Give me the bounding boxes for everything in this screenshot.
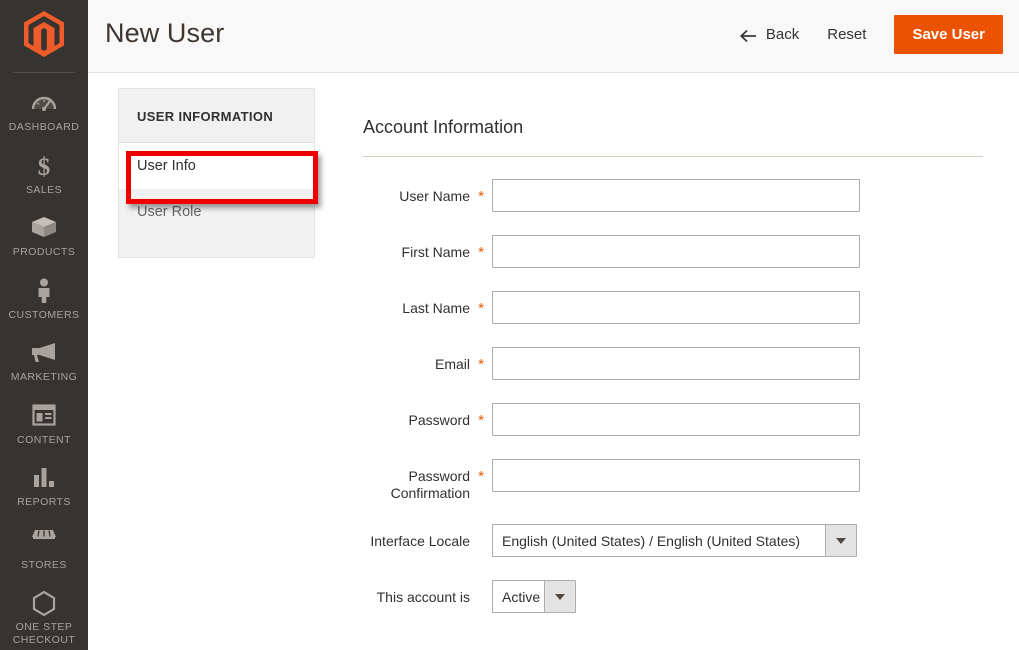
field-label: Password [363,403,470,429]
page-title: New User [105,18,224,49]
panel-item-label: User Role [137,204,201,220]
sidebar-item-label: ONE STEP CHECKOUT [2,621,86,646]
sidebar-item-stores[interactable]: STORES [0,519,88,582]
required-asterisk: * [470,459,492,485]
first-name-input[interactable] [492,235,860,268]
required-asterisk: * [470,235,492,261]
sidebar-item-sales[interactable]: $ SALES [0,144,88,207]
panel-item-user-role[interactable]: User Role [119,189,314,235]
back-button[interactable]: Back [726,17,813,52]
dashboard-icon [2,90,86,116]
section-title: Account Information [363,73,983,157]
chevron-down-icon[interactable] [825,524,857,557]
sidebar-item-products[interactable]: PRODUCTS [0,206,88,269]
field-row-password-confirmation: Password Confirmation * [363,459,983,502]
sidebar-item-one-step-checkout[interactable]: ONE STEP CHECKOUT [0,581,88,650]
customers-person-icon [2,278,86,304]
user-name-input[interactable] [492,179,860,212]
sidebar-item-label: CONTENT [2,434,86,447]
account-information-form: Account Information User Name * First Na… [363,73,983,614]
sales-dollar-icon: $ [2,153,86,179]
sidebar-item-label: PRODUCTS [2,246,86,259]
field-label: Password Confirmation [363,459,470,502]
field-label: This account is [363,580,470,606]
required-asterisk: * [470,179,492,205]
reset-button-label: Reset [827,26,866,43]
field-label: User Name [363,179,470,205]
products-box-icon [2,215,86,241]
user-information-panel-title: USER INFORMATION [119,89,314,143]
field-label: Last Name [363,291,470,317]
field-row-email: Email * [363,347,983,381]
interface-locale-value[interactable]: English (United States) / English (Unite… [492,524,825,557]
field-row-user-name: User Name * [363,179,983,213]
back-button-label: Back [766,26,799,43]
sidebar-item-customers[interactable]: CUSTOMERS [0,269,88,332]
user-information-panel: USER INFORMATION User Info User Role [118,88,315,258]
one-step-checkout-hexagon-icon [2,590,86,616]
magento-logo-icon [24,11,64,62]
required-asterisk: * [470,291,492,317]
reports-bar-chart-icon [2,465,86,491]
field-row-last-name: Last Name * [363,291,983,325]
sidebar-item-label: CUSTOMERS [2,309,86,322]
field-row-password: Password * [363,403,983,437]
field-label: First Name [363,235,470,261]
required-asterisk: * [470,347,492,373]
account-status-select[interactable]: Active [492,580,576,613]
sidebar-item-label: DASHBOARD [2,121,86,134]
last-name-input[interactable] [492,291,860,324]
sidebar-item-dashboard[interactable]: DASHBOARD [0,81,88,144]
interface-locale-select[interactable]: English (United States) / English (Unite… [492,524,857,557]
arrow-left-icon [740,29,757,43]
magento-admin-new-user-page: DASHBOARD $ SALES PRODUCTS [0,0,1019,650]
sidebar-item-label: MARKETING [2,371,86,384]
marketing-megaphone-icon [2,340,86,366]
panel-item-label: User Info [137,158,196,174]
sidebar-item-label: STORES [2,559,86,572]
email-input[interactable] [492,347,860,380]
magento-logo[interactable] [0,0,88,72]
sidebar-item-content[interactable]: CONTENT [0,394,88,457]
sidebar-divider [13,72,75,73]
password-confirmation-input[interactable] [492,459,860,492]
content-layout-icon [2,403,86,429]
field-row-interface-locale: Interface Locale English (United States)… [363,524,983,558]
field-label: Interface Locale [363,524,470,550]
account-status-value[interactable]: Active [492,580,544,613]
field-row-first-name: First Name * [363,235,983,269]
sidebar-item-label: REPORTS [2,496,86,509]
field-label: Email [363,347,470,373]
chevron-down-icon[interactable] [544,580,576,613]
sidebar-item-reports[interactable]: REPORTS [0,456,88,519]
required-asterisk: * [470,403,492,429]
password-input[interactable] [492,403,860,436]
header-actions: Back Reset Save User [726,15,1003,54]
page-header: New User Back Reset Save User [88,0,1019,73]
sidebar-item-marketing[interactable]: MARKETING [0,331,88,394]
page-content: USER INFORMATION User Info User Role Acc… [88,73,1019,650]
svg-text:$: $ [38,154,51,179]
required-asterisk-placeholder [470,580,492,589]
reset-button[interactable]: Reset [813,17,880,52]
field-row-account-status: This account is Active [363,580,983,614]
admin-sidebar: DASHBOARD $ SALES PRODUCTS [0,0,88,650]
stores-storefront-icon [2,528,86,554]
sidebar-item-label: SALES [2,184,86,197]
required-asterisk-placeholder [470,524,492,533]
save-user-button[interactable]: Save User [894,15,1003,54]
panel-item-user-info[interactable]: User Info [119,143,314,189]
